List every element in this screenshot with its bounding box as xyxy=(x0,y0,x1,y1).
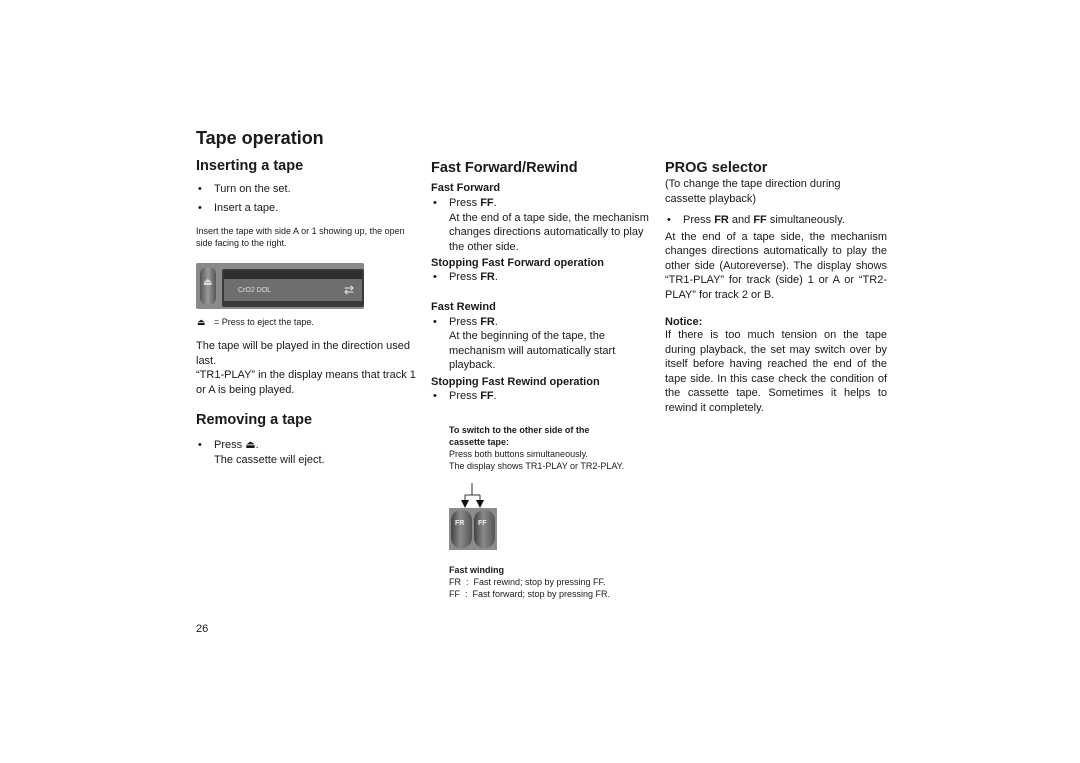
ff-fr-buttons-image: FR FF xyxy=(449,508,497,550)
list-item: • Press FR. At the beginning of the tape, … xyxy=(433,315,616,372)
cassette-slot: CrO2 DOL ⇄ xyxy=(222,269,364,307)
tape-direction-arrow-icon: ⇄ xyxy=(343,283,354,297)
switch-heading: To switch to the other side of the casse… xyxy=(449,425,590,447)
eject-icon: ⏏ xyxy=(245,439,256,451)
list-item: • Press FR and FF simultaneously. xyxy=(667,214,845,226)
prog-description: At the end of a tape side, the mechanism… xyxy=(665,230,887,301)
eject-icon: ⏏ xyxy=(197,317,206,327)
stop-ff-heading: Stopping Fast Forward operation xyxy=(431,257,604,269)
prog-intro: (To change the tape direction during cas… xyxy=(665,178,841,205)
section-fast-forward-rewind: Fast Forward/Rewind Fast Forward • Press … xyxy=(431,160,653,403)
deck-label: CrO2 DOL xyxy=(238,287,272,294)
ffrw-heading: Fast Forward/Rewind xyxy=(431,160,578,176)
tr1-play-text: “TR1-PLAY” in the display means that tra… xyxy=(196,369,416,396)
arrow-diagram xyxy=(461,483,484,508)
inserting-heading: Inserting a tape xyxy=(196,158,304,174)
arrow-down-icon xyxy=(461,500,469,508)
list-item: • Press FR. xyxy=(433,271,498,283)
removing-heading: Removing a tape xyxy=(196,412,313,428)
list-item: • Press FF. At the end of a tape side, the… xyxy=(433,197,649,253)
page-number: 26 xyxy=(196,623,209,635)
list-item: • Press ⏏. The cassette will eject. xyxy=(198,439,325,466)
eject-button-image: ⏏ xyxy=(200,267,216,305)
insert-caption: Insert the tape with side A or 1 showing… xyxy=(196,226,405,248)
eject-legend: ⏏ = Press to eject the tape. xyxy=(197,317,314,327)
fast-winding-legend: Fast winding FR : Fast rewind; stop by p… xyxy=(449,564,669,600)
play-direction-text: The tape will be played in the direction… xyxy=(196,340,411,367)
legend-line: FR : Fast rewind; stop by pressing FF. xyxy=(449,577,606,587)
eject-icon: ⏏ xyxy=(203,277,213,288)
arrow-down-icon xyxy=(476,500,484,508)
list-item: • Turn on the set. xyxy=(198,183,291,195)
fr-button-image: FR xyxy=(451,510,472,548)
section-inserting-tape: Inserting a tape • Turn on the set. • Inse… xyxy=(196,158,422,249)
legend-line: FF : Fast forward; stop by pressing FR. xyxy=(449,589,611,599)
notice-heading: Notice: xyxy=(665,316,703,328)
list-item: • Insert a tape. xyxy=(198,201,279,214)
fr-heading: Fast Rewind xyxy=(431,300,496,313)
section-removing-tape: Removing a tape • Press ⏏. The cassette wi… xyxy=(196,412,422,467)
notice-text: If there is too much tension on the tape… xyxy=(665,329,887,414)
section-prog-selector: PROG selector (To change the tape direct… xyxy=(665,160,887,415)
ff-button-image: FF xyxy=(474,510,495,548)
ff-heading: Fast Forward xyxy=(431,182,501,194)
page-title: Tape operation xyxy=(196,128,324,148)
list-item: • Press FF. xyxy=(433,389,497,402)
switch-side-note: To switch to the other side of the casse… xyxy=(449,425,625,471)
fast-winding-heading: Fast winding xyxy=(449,565,504,575)
stop-fr-heading: Stopping Fast Rewind operation xyxy=(431,375,600,388)
prog-heading: PROG selector xyxy=(665,160,768,176)
tape-deck-image: ⏏ CrO2 DOL ⇄ xyxy=(196,263,364,309)
